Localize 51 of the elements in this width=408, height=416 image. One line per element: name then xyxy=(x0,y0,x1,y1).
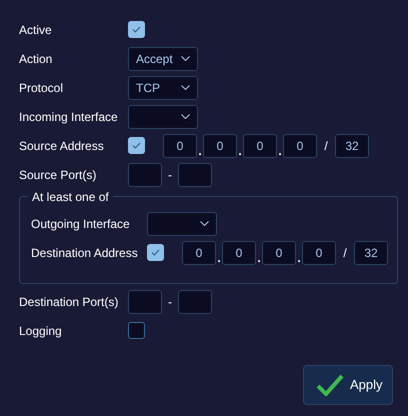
dropdown[interactable]: TCP xyxy=(128,76,198,100)
port-field[interactable] xyxy=(128,290,162,314)
field-label: Logging xyxy=(19,322,63,340)
octet-field[interactable]: 0 xyxy=(262,240,296,264)
prefix-field[interactable]: 32 xyxy=(354,240,388,264)
checkbox[interactable] xyxy=(147,244,164,261)
check-icon xyxy=(132,26,141,33)
field-label: Outgoing Interface xyxy=(31,216,131,232)
checkbox[interactable] xyxy=(128,21,145,38)
octet-field[interactable]: 0 xyxy=(163,134,197,158)
dot-separator: . xyxy=(296,250,302,264)
checkbox[interactable] xyxy=(128,137,145,154)
dot-separator: . xyxy=(197,144,203,158)
dash-separator: - xyxy=(167,294,173,310)
dot-separator: . xyxy=(237,144,243,158)
slash-separator: / xyxy=(342,244,348,262)
octet-field[interactable]: 0 xyxy=(302,240,336,264)
field-label: Incoming Interface xyxy=(19,108,119,126)
field-label: Source Port(s) xyxy=(19,166,98,184)
slash-separator: / xyxy=(323,138,329,154)
octet-field[interactable]: 0 xyxy=(283,134,317,158)
dropdown[interactable] xyxy=(128,104,198,128)
dot-separator: . xyxy=(256,250,262,264)
check-icon xyxy=(316,374,344,396)
octet-field[interactable]: 0 xyxy=(222,240,256,264)
checkbox[interactable] xyxy=(128,322,145,339)
chevron-down-icon xyxy=(181,114,190,119)
dot-separator: . xyxy=(216,250,222,264)
check-icon xyxy=(151,249,160,256)
chevron-down-icon xyxy=(181,56,190,61)
dropdown[interactable]: Accept xyxy=(128,46,198,70)
chevron-down-icon xyxy=(200,221,209,226)
octet-field[interactable]: 0 xyxy=(182,240,216,264)
port-field[interactable] xyxy=(128,162,162,186)
field-label: Action xyxy=(19,50,54,68)
field-label: Source Address xyxy=(19,138,105,154)
dash-separator: - xyxy=(167,166,173,184)
prefix-field[interactable]: 32 xyxy=(335,134,369,158)
dot-separator: . xyxy=(277,144,283,158)
port-field[interactable] xyxy=(178,290,212,314)
dropdown[interactable] xyxy=(147,212,217,236)
field-label: Destination Address xyxy=(31,244,139,262)
chevron-down-icon xyxy=(181,85,190,90)
field-label: Protocol xyxy=(19,80,64,96)
apply-button[interactable]: Apply xyxy=(303,365,393,405)
port-field[interactable] xyxy=(178,162,212,186)
field-label: Active xyxy=(19,22,53,38)
field-label: Destination Port(s) xyxy=(19,294,120,310)
octet-field[interactable]: 0 xyxy=(243,134,277,158)
check-icon xyxy=(132,142,141,149)
octet-field[interactable]: 0 xyxy=(203,134,237,158)
